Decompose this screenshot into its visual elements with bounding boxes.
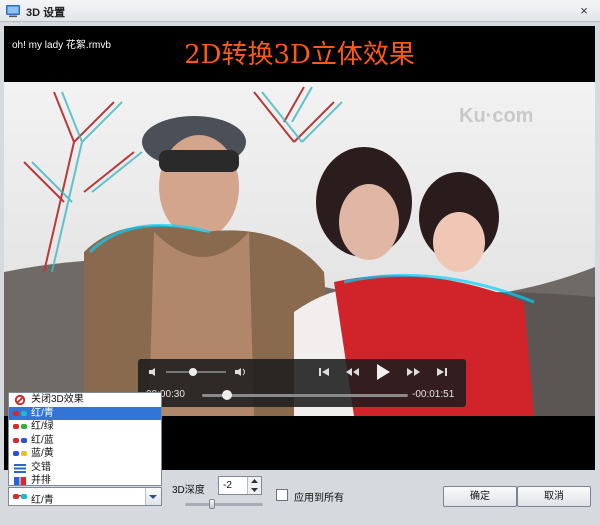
playback-controls: 00:00:30 -00:01:51 bbox=[138, 359, 466, 407]
side-by-side-icon bbox=[14, 477, 26, 485]
overlay-title: 2D转换3D立体效果 bbox=[184, 40, 415, 70]
red-blue-glasses-icon bbox=[13, 437, 27, 443]
skip-forward-icon[interactable] bbox=[436, 366, 448, 378]
svg-text:Ku·com: Ku·com bbox=[459, 105, 533, 127]
interlace-icon bbox=[14, 463, 26, 473]
depth-spin-buttons[interactable] bbox=[247, 477, 261, 494]
effect-option-label: 关闭3D效果 bbox=[31, 394, 84, 405]
spin-up-icon[interactable] bbox=[248, 477, 261, 485]
rewind-icon[interactable] bbox=[344, 366, 360, 378]
depth-label: 3D深度 bbox=[172, 485, 205, 496]
red-cyan-glasses-icon bbox=[13, 410, 27, 416]
disable-icon bbox=[14, 395, 26, 405]
depth-spinner[interactable]: -2 bbox=[218, 476, 262, 495]
effect-option[interactable]: 交错 bbox=[9, 461, 161, 475]
speaker-low-icon[interactable] bbox=[148, 367, 160, 377]
spin-down-icon[interactable] bbox=[248, 486, 261, 494]
effect-option-label: 红/绿 bbox=[31, 421, 54, 432]
chevron-down-icon bbox=[149, 495, 157, 499]
ok-button[interactable]: 确定 bbox=[443, 486, 517, 507]
effect-dropdown-list: 关闭3D效果 红/青红/绿红/蓝蓝/黄交错并排 bbox=[8, 392, 162, 486]
effect-option-label: 蓝/黄 bbox=[31, 448, 54, 459]
depth-slider-thumb[interactable] bbox=[209, 499, 216, 509]
effect-select-value: 红/青 bbox=[31, 495, 54, 506]
effect-select[interactable]: 红/青 bbox=[8, 487, 162, 506]
cancel-button[interactable]: 取消 bbox=[517, 486, 591, 507]
apply-all-label: 应用到所有 bbox=[294, 493, 344, 504]
seek-thumb[interactable] bbox=[221, 390, 232, 400]
speaker-high-icon[interactable] bbox=[234, 367, 248, 377]
effect-option[interactable]: 红/青 bbox=[9, 406, 161, 420]
dropdown-arrow-button[interactable] bbox=[145, 488, 161, 505]
window-title: 3D 设置 bbox=[26, 7, 66, 19]
effect-option[interactable]: 蓝/黄 bbox=[9, 447, 161, 461]
depth-value: -2 bbox=[223, 480, 232, 491]
app-icon bbox=[6, 5, 20, 18]
fast-forward-icon[interactable] bbox=[406, 366, 422, 378]
volume-thumb[interactable] bbox=[189, 368, 197, 376]
effect-option[interactable]: 红/蓝 bbox=[9, 434, 161, 448]
title-bar: 3D 设置 × bbox=[0, 0, 600, 22]
effect-option-label: 红/青 bbox=[31, 407, 54, 419]
effect-option-label: 交错 bbox=[31, 461, 51, 473]
effect-option-label: 并排 bbox=[31, 475, 51, 486]
apply-all-checkbox[interactable] bbox=[276, 489, 288, 501]
depth-slider-track[interactable] bbox=[185, 503, 263, 506]
close-icon[interactable]: × bbox=[576, 3, 592, 19]
seek-track[interactable] bbox=[202, 394, 408, 397]
red-cyan-glasses-icon bbox=[13, 494, 27, 499]
effect-option-label: 红/蓝 bbox=[31, 434, 54, 446]
effect-option[interactable]: 并排 bbox=[9, 474, 161, 488]
play-icon[interactable] bbox=[374, 362, 392, 382]
blue-yellow-glasses-icon bbox=[13, 451, 27, 456]
effect-option[interactable]: 关闭3D效果 bbox=[9, 393, 161, 407]
red-green-glasses-icon bbox=[13, 424, 27, 429]
skip-back-icon[interactable] bbox=[318, 366, 330, 378]
remaining-time: -00:01:51 bbox=[412, 389, 455, 400]
effect-option[interactable]: 红/绿 bbox=[9, 420, 161, 434]
